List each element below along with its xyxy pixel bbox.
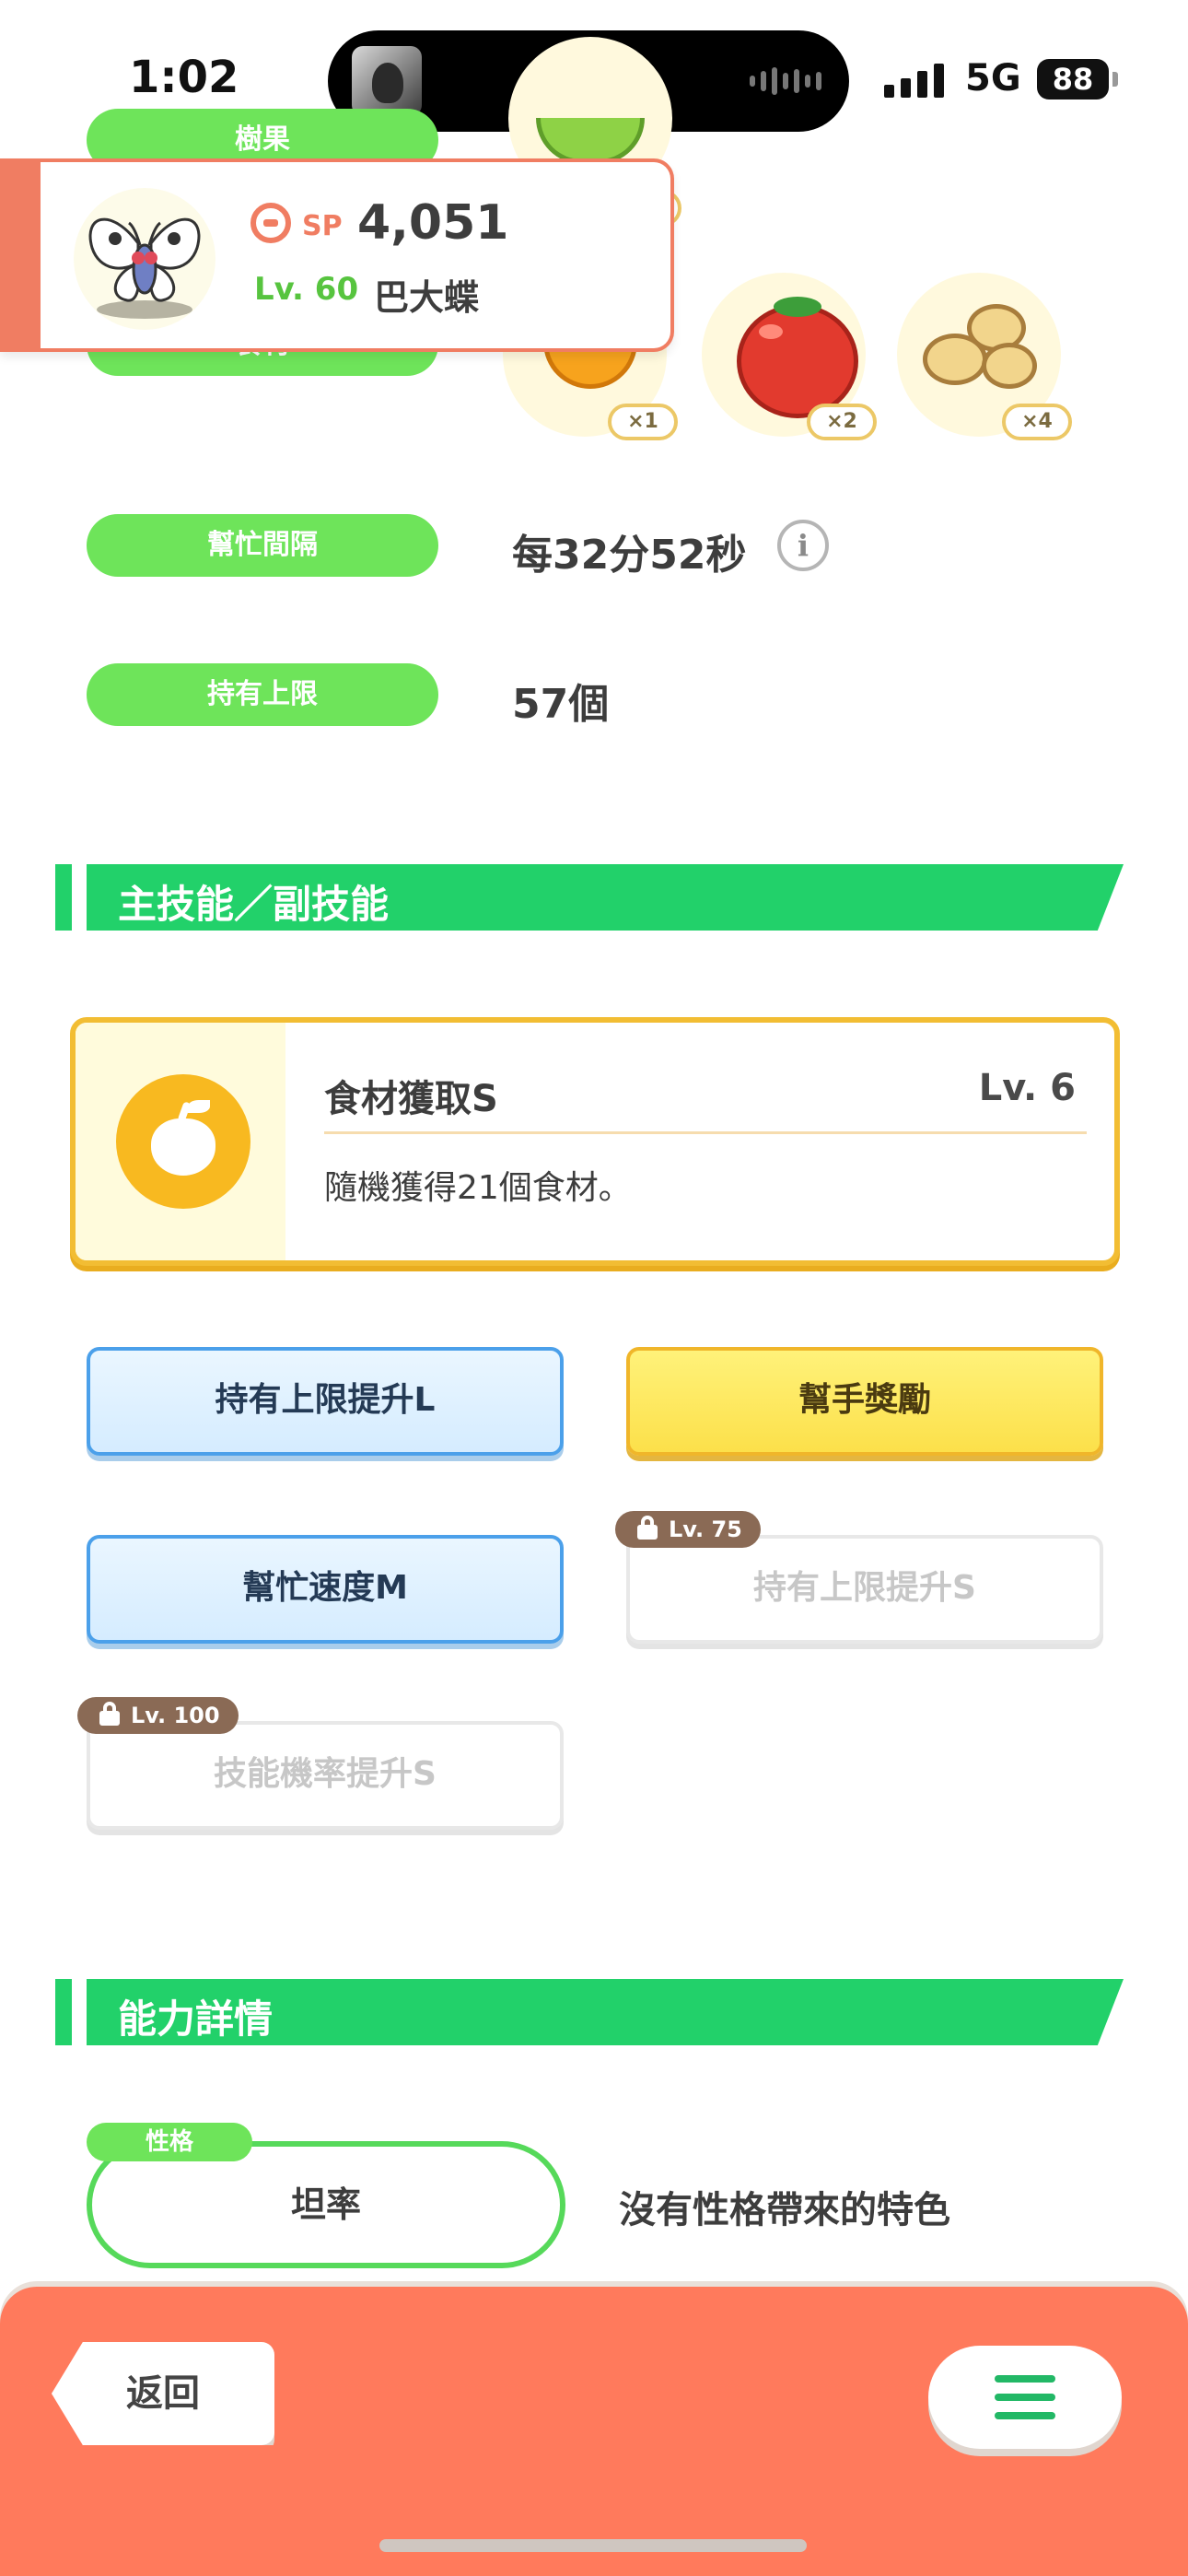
nature-value: 坦率 <box>290 2184 361 2225</box>
tomato-leaf <box>774 297 821 317</box>
back-button[interactable]: 返回 <box>52 2342 274 2445</box>
unlock-level-tag: Lv. 75 <box>615 1511 761 1548</box>
unlock-level-tag: Lv. 100 <box>77 1697 239 1734</box>
network-type: 5G <box>965 57 1021 100</box>
battery-tip <box>1112 72 1118 87</box>
ability-section-header: 能力詳情 <box>55 1979 1124 2045</box>
skill-icon-panel <box>76 1023 285 1260</box>
bottom-bar: 返回 <box>0 2287 1188 2576</box>
skills-section-header: 主技能／副技能 <box>55 864 1124 931</box>
butterfree-icon <box>88 217 201 319</box>
tomato-icon <box>737 304 858 418</box>
help-interval-label: 幫忙間隔 <box>87 514 438 577</box>
pokemon-name: 巴大蝶 <box>374 277 480 318</box>
sub-skill-inventory-up-l[interactable]: 持有上限提升L <box>87 1347 564 1456</box>
lock-icon <box>99 1702 120 1726</box>
hamburger-menu-icon <box>995 2375 1055 2419</box>
sub-skill-helping-speed-m[interactable]: 幫忙速度M <box>87 1535 564 1644</box>
unlock-level-text: Lv. 100 <box>131 1703 220 1728</box>
status-time: 1:02 <box>129 52 239 103</box>
apple-body <box>151 1118 215 1176</box>
carry-limit-label: 持有上限 <box>87 663 438 726</box>
sub-skill-inventory-up-s[interactable]: 持有上限提升S <box>626 1535 1103 1644</box>
ingredient-count-3: ×4 <box>1002 404 1072 440</box>
nature-description: 沒有性格帶來的特色 <box>619 2189 950 2231</box>
pokemon-summary-card[interactable]: SP 4,051 Lv. 60 巴大蝶 <box>0 158 674 352</box>
audio-waveform-icon <box>750 65 821 97</box>
sp-value: 4,051 <box>357 195 509 251</box>
ability-section-title: 能力詳情 <box>118 1996 274 2042</box>
ingredient-count-2: ×2 <box>807 404 877 440</box>
soybean-part <box>982 343 1037 389</box>
home-indicator[interactable] <box>379 2539 807 2552</box>
nature-tag: 性格 <box>87 2123 252 2161</box>
ingredient-count-1: ×1 <box>608 404 678 440</box>
info-icon[interactable]: i <box>777 520 829 571</box>
pokemon-level: Lv. 60 <box>254 271 359 308</box>
apple-leaf <box>188 1100 210 1113</box>
help-interval-value: 每32分52秒 <box>512 532 747 579</box>
now-playing-thumbnail <box>352 46 422 116</box>
main-skill-name: 食材獲取S <box>324 1078 498 1120</box>
tomato-shine <box>759 324 783 339</box>
lock-icon <box>637 1516 658 1540</box>
sp-pokeball-icon <box>250 203 291 243</box>
skill-divider <box>324 1131 1087 1134</box>
main-skill-card[interactable]: 食材獲取S Lv. 6 隨機獲得21個食材。 <box>70 1017 1120 1266</box>
main-skill-description: 隨機獲得21個食材。 <box>324 1169 632 1207</box>
cellular-signal-icon <box>884 61 944 98</box>
apple-icon <box>116 1074 250 1209</box>
header-accent-bar <box>55 1979 72 2045</box>
pokemon-avatar <box>74 188 215 330</box>
main-skill-level: Lv. 6 <box>978 1067 1076 1109</box>
sub-skill-skill-trigger-s[interactable]: 技能機率提升S <box>87 1721 564 1830</box>
header-accent-bar <box>55 864 72 931</box>
carry-limit-value: 57個 <box>512 681 610 728</box>
battery-icon: 88 <box>1037 59 1109 100</box>
sp-label: SP <box>302 210 343 242</box>
sub-skill-helping-bonus[interactable]: 幫手獎勵 <box>626 1347 1103 1456</box>
skills-section-title: 主技能／副技能 <box>118 882 390 927</box>
menu-button[interactable] <box>928 2346 1122 2449</box>
unlock-level-text: Lv. 75 <box>669 1516 742 1542</box>
card-accent-band <box>0 162 41 348</box>
